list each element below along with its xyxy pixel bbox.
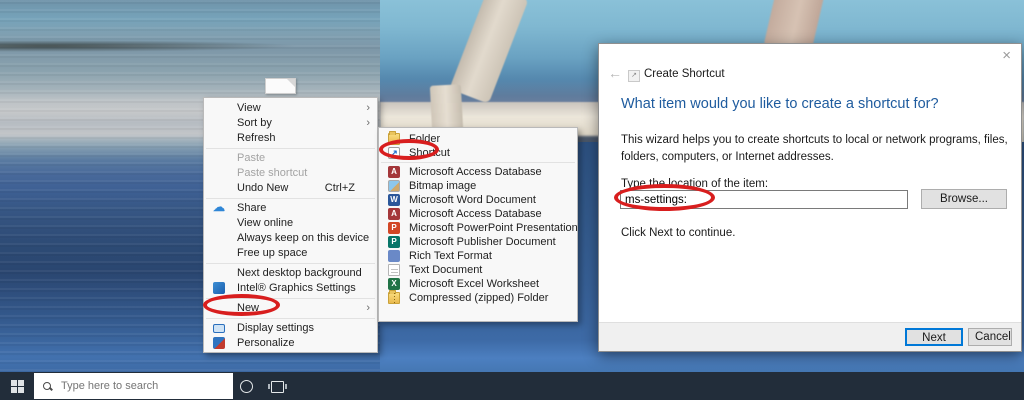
menu-item-label: Intel® Graphics Settings xyxy=(237,282,356,294)
menu-item-label: Paste xyxy=(237,152,265,164)
menu-item-share[interactable]: ☁ Share xyxy=(204,201,377,216)
submenu-item-label: Microsoft PowerPoint Presentation xyxy=(409,222,578,234)
taskbar-search-box[interactable] xyxy=(34,373,233,399)
windows-logo-icon xyxy=(11,380,24,393)
menu-item-label: Next desktop background xyxy=(237,267,362,279)
menu-item-always-keep[interactable]: Always keep on this device xyxy=(204,231,377,246)
submenu-item-label: Microsoft Publisher Document xyxy=(409,236,556,248)
submenu-item-label: Rich Text Format xyxy=(409,250,492,262)
submenu-item-label: Microsoft Access Database xyxy=(409,208,542,220)
task-view-icon[interactable] xyxy=(271,381,284,393)
menu-separator xyxy=(381,162,575,163)
submenu-item-label: Text Document xyxy=(409,264,482,276)
access-database-icon: A xyxy=(388,208,400,220)
display-settings-icon xyxy=(213,324,225,333)
submenu-item-powerpoint-presentation[interactable]: P Microsoft PowerPoint Presentation xyxy=(379,221,577,235)
chevron-right-icon: › xyxy=(366,101,370,116)
new-file-ghost-icon xyxy=(265,78,296,94)
dialog-footer: Next Cancel xyxy=(599,322,1021,351)
menu-item-label: Sort by xyxy=(237,117,272,129)
submenu-item-label: Microsoft Excel Worksheet xyxy=(409,278,539,290)
submenu-item-excel-worksheet[interactable]: X Microsoft Excel Worksheet xyxy=(379,277,577,291)
dialog-title: Create Shortcut xyxy=(644,68,725,80)
chevron-right-icon: › xyxy=(366,116,370,131)
menu-item-label: Undo New xyxy=(237,182,288,194)
access-database-icon: A xyxy=(388,166,400,178)
dialog-note: Click Next to continue. xyxy=(621,227,735,239)
menu-item-label: Share xyxy=(237,202,266,214)
submenu-item-label: Microsoft Word Document xyxy=(409,194,536,206)
search-icon xyxy=(43,382,52,391)
desktop: View › Sort by › Refresh Paste Paste sho… xyxy=(0,0,1024,400)
rich-text-icon xyxy=(388,250,400,262)
wallpaper-turbine-tower xyxy=(430,84,463,132)
bitmap-image-icon xyxy=(388,180,400,192)
menu-item-label: Personalize xyxy=(237,337,294,349)
menu-item-paste: Paste xyxy=(204,151,377,166)
menu-item-label: Free up space xyxy=(237,247,307,259)
menu-item-next-desktop-background[interactable]: Next desktop background xyxy=(204,266,377,281)
browse-button[interactable]: Browse... xyxy=(921,189,1007,209)
next-button[interactable]: Next xyxy=(905,328,963,346)
excel-icon: X xyxy=(388,278,400,290)
menu-separator xyxy=(206,318,375,319)
start-button[interactable] xyxy=(0,372,34,400)
annotation-ellipse-new xyxy=(203,294,280,316)
menu-item-label: Paste shortcut xyxy=(237,167,307,179)
word-document-icon: W xyxy=(388,194,400,206)
menu-item-view-online[interactable]: View online xyxy=(204,216,377,231)
menu-item-label: Refresh xyxy=(237,132,276,144)
dialog-heading: What item would you like to create a sho… xyxy=(621,96,939,112)
keyboard-shortcut: Ctrl+Z xyxy=(325,181,355,196)
menu-separator xyxy=(206,263,375,264)
submenu-item-zipped-folder[interactable]: Compressed (zipped) Folder xyxy=(379,291,577,305)
submenu-item-bitmap-image[interactable]: Bitmap image xyxy=(379,179,577,193)
submenu-item-word-document[interactable]: W Microsoft Word Document xyxy=(379,193,577,207)
menu-item-label: Always keep on this device xyxy=(237,232,369,244)
cortana-icon[interactable] xyxy=(240,380,253,393)
submenu-item-rich-text-format[interactable]: Rich Text Format xyxy=(379,249,577,263)
submenu-item-label: Bitmap image xyxy=(409,180,476,192)
submenu-item-text-document[interactable]: Text Document xyxy=(379,263,577,277)
menu-item-label: Display settings xyxy=(237,322,314,334)
submenu-item-publisher-document[interactable]: P Microsoft Publisher Document xyxy=(379,235,577,249)
menu-item-label: View xyxy=(237,102,261,114)
menu-item-personalize[interactable]: Personalize xyxy=(204,336,377,351)
cloud-icon: ☁ xyxy=(213,201,225,213)
menu-separator xyxy=(206,148,375,149)
menu-item-undo-new[interactable]: Undo New Ctrl+Z xyxy=(204,181,377,196)
publisher-icon: P xyxy=(388,236,400,248)
back-arrow-icon[interactable]: ← xyxy=(608,65,622,81)
chevron-right-icon: › xyxy=(366,301,370,316)
submenu-item-access-database-2[interactable]: A Microsoft Access Database xyxy=(379,207,577,221)
menu-item-view[interactable]: View › xyxy=(204,101,377,116)
shortcut-wizard-icon: ↗ xyxy=(628,70,640,82)
submenu-item-access-database[interactable]: A Microsoft Access Database xyxy=(379,165,577,179)
menu-item-refresh[interactable]: Refresh xyxy=(204,131,377,146)
menu-item-sort-by[interactable]: Sort by › xyxy=(204,116,377,131)
menu-item-label: View online xyxy=(237,217,293,229)
menu-separator xyxy=(206,198,375,199)
personalize-icon xyxy=(213,337,225,349)
menu-item-free-up-space[interactable]: Free up space xyxy=(204,246,377,261)
cancel-button[interactable]: Cancel xyxy=(968,328,1012,346)
dialog-description: This wizard helps you to create shortcut… xyxy=(621,132,1009,167)
text-document-icon xyxy=(388,264,400,276)
taskbar xyxy=(0,372,1024,400)
menu-item-paste-shortcut: Paste shortcut xyxy=(204,166,377,181)
powerpoint-icon: P xyxy=(388,222,400,234)
menu-item-display-settings[interactable]: Display settings xyxy=(204,321,377,336)
search-input[interactable] xyxy=(59,379,233,393)
close-icon[interactable]: × xyxy=(1002,48,1011,63)
annotation-ellipse-ms-settings xyxy=(614,184,715,211)
submenu-item-label: Microsoft Access Database xyxy=(409,166,542,178)
intel-graphics-icon xyxy=(213,282,225,294)
zip-folder-icon xyxy=(388,292,400,304)
submenu-item-label: Compressed (zipped) Folder xyxy=(409,292,548,304)
annotation-ellipse-shortcut xyxy=(379,139,439,160)
